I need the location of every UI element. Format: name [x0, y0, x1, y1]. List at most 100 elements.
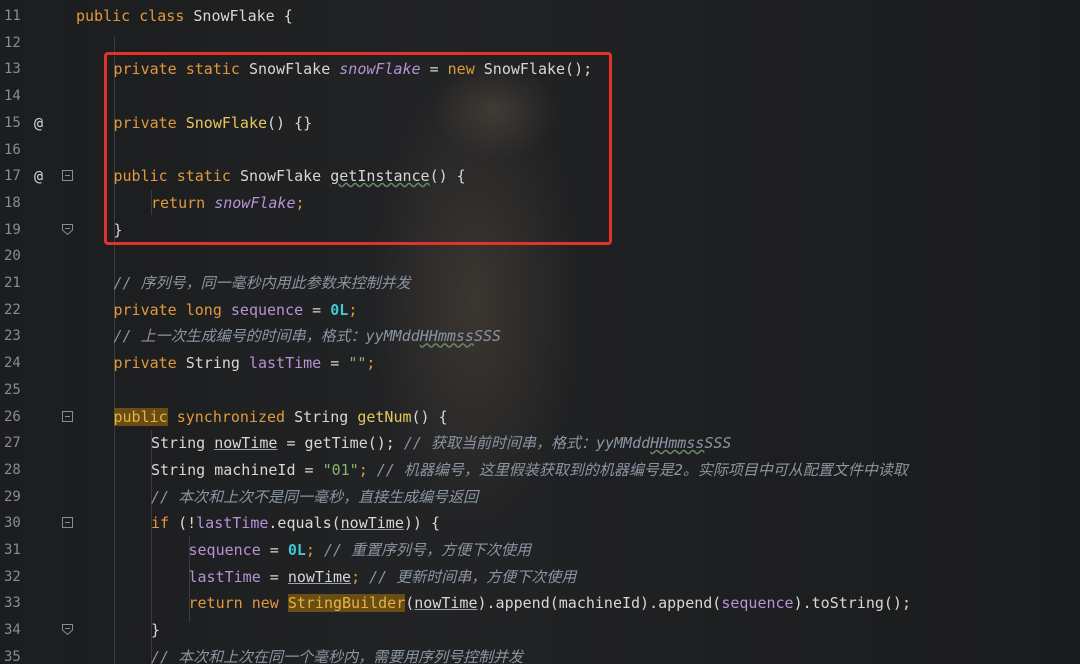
- code-line[interactable]: 34}: [0, 617, 1080, 644]
- code-text[interactable]: private String lastTime = "";: [114, 350, 376, 377]
- code-token: // 更新时间串，方便下次使用: [369, 567, 577, 586]
- code-token: String: [294, 407, 358, 426]
- code-token: StringBuilder: [287, 594, 406, 613]
- line-number: 12: [4, 34, 21, 51]
- code-token: nowTime: [287, 567, 352, 586]
- code-text[interactable]: private long sequence = 0L;: [114, 297, 358, 324]
- code-line[interactable]: 30 if (!lastTime.equals(nowTime)) {: [0, 510, 1080, 537]
- code-line[interactable]: 29 // 本次和上次不是同一毫秒，直接生成编号返回: [0, 484, 1080, 511]
- line-number: 17: [4, 168, 21, 185]
- line-number: 16: [4, 141, 21, 158]
- code-text[interactable]: public class SnowFlake {: [76, 3, 293, 30]
- fold-minus-icon[interactable]: [62, 410, 73, 422]
- code-text[interactable]: public synchronized String getNum() {: [113, 404, 448, 431]
- code-token: synchronized: [167, 407, 295, 426]
- code-text[interactable]: sequence = 0L; // 重置序列号，方便下次使用: [189, 537, 532, 564]
- line-number: 32: [4, 568, 21, 585]
- code-text[interactable]: // 上一次生成编号的时间串，格式：yyMMddHHmmssSSS: [114, 323, 502, 350]
- code-token: ;: [358, 460, 377, 479]
- line-number: 28: [4, 461, 21, 478]
- code-token: lastTime: [196, 514, 269, 533]
- line-number: 31: [4, 542, 21, 558]
- code-token: "": [348, 354, 367, 373]
- fold-minus-icon[interactable]: [62, 517, 73, 529]
- override-marker-icon[interactable]: @: [34, 163, 50, 190]
- code-line[interactable]: 33 return new StringBuilder(nowTime).appe…: [0, 590, 1080, 617]
- fold-end-icon[interactable]: [62, 223, 73, 235]
- code-line[interactable]: 26 public synchronized String getNum() {: [0, 404, 1080, 431]
- line-number: 33: [4, 595, 21, 612]
- line-number: 34: [4, 622, 21, 639]
- code-token: =: [303, 300, 331, 319]
- code-token: () {: [411, 407, 448, 426]
- code-token: lastTime: [188, 567, 261, 586]
- code-line[interactable]: 20: [0, 243, 1080, 270]
- line-number: 26: [4, 408, 21, 425]
- code-line[interactable]: 24 private String lastTime = "";: [0, 350, 1080, 377]
- code-token: // 获取当前时间串，格式：yyMMdd: [403, 434, 651, 453]
- line-number: 21: [4, 275, 21, 291]
- line-number: 15: [4, 114, 21, 131]
- code-token: nowTime: [340, 514, 404, 533]
- code-token: (: [405, 594, 415, 613]
- code-token: sequence: [188, 541, 261, 559]
- code-token: // 上一次生成编号的时间串，格式：yyMMdd: [113, 327, 420, 346]
- line-number: 14: [4, 88, 21, 105]
- code-token: ;: [366, 354, 376, 373]
- code-token: }: [151, 621, 161, 640]
- code-token: String machineId =: [151, 460, 323, 479]
- code-line[interactable]: 21 // 序列号，同一毫秒内用此参数来控制并发: [0, 270, 1080, 297]
- code-line[interactable]: 27 String nowTime = getTime(); // 获取当前时间串…: [0, 430, 1080, 457]
- code-token: // 本次和上次不是同一毫秒，直接生成编号返回: [151, 487, 479, 506]
- code-token: nowTime: [414, 594, 478, 613]
- code-line[interactable]: 32 lastTime = nowTime; // 更新时间串，方便下次使用: [0, 564, 1080, 591]
- code-token: .equals(: [268, 514, 341, 533]
- override-marker-icon[interactable]: @: [34, 110, 50, 137]
- code-line[interactable]: 23 // 上一次生成编号的时间串，格式：yyMMddHHmmssSSS: [0, 323, 1080, 350]
- code-token: HHmmss: [650, 434, 705, 453]
- line-number: 20: [4, 248, 21, 265]
- fold-end-icon[interactable]: [62, 624, 73, 636]
- code-text[interactable]: String nowTime = getTime(); // 获取当前时间串，格…: [151, 430, 731, 457]
- code-text[interactable]: // 本次和上次在同一个毫秒内，需要用序列号控制并发: [151, 644, 523, 664]
- code-line[interactable]: 25: [0, 377, 1080, 404]
- code-editor[interactable]: 11 public class SnowFlake {12 13 private st…: [0, 0, 1080, 664]
- line-number: 35: [4, 648, 21, 664]
- code-token: =: [321, 354, 349, 373]
- code-token: nowTime: [214, 434, 278, 453]
- code-token: String: [151, 434, 215, 453]
- fold-minus-icon[interactable]: [62, 170, 73, 182]
- line-number: 18: [4, 194, 21, 211]
- code-token: ;: [305, 541, 324, 559]
- code-token: // 机器编号，这里假装获取到的机器编号是2。实际项目中可从配置文件中读取: [376, 460, 908, 479]
- code-token: // 重置序列号，方便下次使用: [323, 541, 532, 559]
- line-number: 22: [4, 301, 21, 318]
- code-text[interactable]: // 本次和上次不是同一毫秒，直接生成编号返回: [151, 484, 478, 511]
- line-number: 29: [4, 488, 21, 505]
- line-number: 25: [4, 381, 21, 398]
- code-line[interactable]: 28 String machineId = "01"; // 机器编号，这里假装获…: [0, 457, 1080, 484]
- code-token: ;: [348, 300, 358, 319]
- code-line[interactable]: 35 // 本次和上次在同一个毫秒内，需要用序列号控制并发: [0, 644, 1080, 664]
- code-line[interactable]: 11 public class SnowFlake {: [0, 3, 1080, 30]
- red-highlight-box: [104, 52, 612, 245]
- code-text[interactable]: // 序列号，同一毫秒内用此参数来控制并发: [114, 270, 411, 297]
- code-token: SSS: [473, 327, 502, 346]
- code-token: sequence: [230, 300, 304, 319]
- code-text[interactable]: String machineId = "01"; // 机器编号，这里假装获取到…: [151, 457, 908, 484]
- code-token: )) {: [403, 514, 440, 533]
- line-number: 19: [4, 221, 21, 238]
- line-number: 30: [4, 515, 21, 532]
- code-text[interactable]: return new StringBuilder(nowTime).append…: [189, 590, 911, 617]
- code-text[interactable]: lastTime = nowTime; // 更新时间串，方便下次使用: [189, 564, 577, 591]
- code-token: 0L: [287, 541, 306, 559]
- code-token: SnowFlake {: [193, 7, 293, 25]
- code-token: SSS: [704, 434, 732, 453]
- line-number: 11: [4, 8, 21, 24]
- code-token: HHmmss: [419, 327, 474, 346]
- code-line[interactable]: 31 sequence = 0L; // 重置序列号，方便下次使用: [0, 537, 1080, 564]
- code-token: (!: [178, 514, 197, 533]
- code-line[interactable]: 22 private long sequence = 0L;: [0, 297, 1080, 324]
- code-text[interactable]: if (!lastTime.equals(nowTime)) {: [151, 510, 440, 537]
- code-text[interactable]: }: [151, 617, 160, 644]
